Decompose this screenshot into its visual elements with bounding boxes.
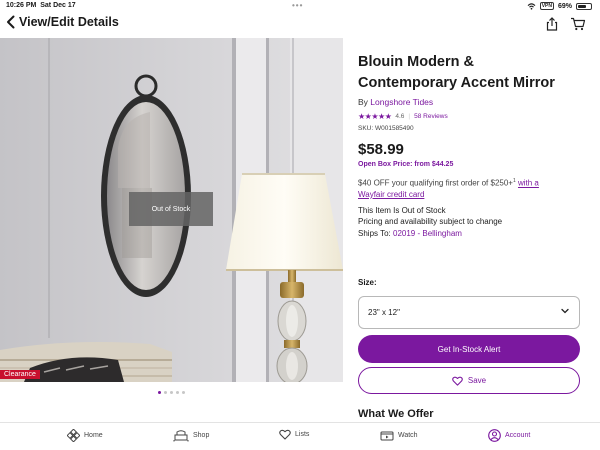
- tab-account-label: Account: [505, 432, 531, 439]
- carousel-dots[interactable]: [158, 391, 185, 394]
- back-chevron-icon: [7, 15, 15, 29]
- cart-icon[interactable]: [570, 17, 586, 31]
- status-time-text: 10:26 PM: [6, 2, 37, 9]
- vpn-badge: VPN: [539, 2, 554, 10]
- carousel-dot[interactable]: [164, 391, 167, 394]
- carousel-dot[interactable]: [170, 391, 173, 394]
- status-time: 10:26 PM Sat Dec 17: [6, 2, 76, 9]
- carousel-dot[interactable]: [182, 391, 185, 394]
- status-bar: 10:26 PM Sat Dec 17 ••• VPN 69%: [0, 0, 600, 12]
- tab-home[interactable]: Home: [67, 429, 103, 442]
- save-label: Save: [467, 376, 487, 385]
- product-details: Blouin Modern & Contemporary Accent Mirr…: [358, 52, 590, 239]
- open-box-label: Open Box Price: from: [358, 161, 430, 168]
- watch-icon: [380, 431, 394, 441]
- tab-shop-label: Shop: [193, 432, 210, 439]
- account-icon: [488, 429, 501, 442]
- rating-value: 4.6: [395, 113, 405, 120]
- top-nav: View/Edit Details: [0, 12, 600, 38]
- carousel-dot[interactable]: [176, 391, 179, 394]
- ships-to-link[interactable]: 02019 - Bellingham: [393, 229, 462, 238]
- battery-icon: [576, 2, 592, 10]
- multitask-dots[interactable]: •••: [292, 1, 303, 10]
- in-stock-alert-button[interactable]: Get In-Stock Alert: [358, 335, 580, 363]
- shop-icon: [173, 430, 189, 442]
- star-rating-icon: ★★★★★: [358, 112, 392, 121]
- carousel-dot[interactable]: [158, 391, 161, 394]
- page-title: View/Edit Details: [19, 15, 119, 29]
- reviews-link[interactable]: 58 Reviews: [414, 113, 448, 120]
- brand-byline: By Longshore Tides: [358, 97, 590, 107]
- wifi-icon: [527, 2, 536, 10]
- chevron-down-icon: [561, 308, 569, 314]
- battery-percent: 69%: [557, 2, 572, 10]
- credit-card-promo: $40 OFF your qualifying first order of $…: [358, 176, 590, 200]
- home-icon: [67, 429, 80, 442]
- bottom-tab-bar: Home Shop Lists Watch Account: [0, 422, 600, 450]
- save-button[interactable]: Save: [358, 367, 580, 394]
- tab-shop[interactable]: Shop: [173, 429, 209, 442]
- brand-link[interactable]: Longshore Tides: [370, 97, 433, 107]
- tab-account[interactable]: Account: [488, 429, 530, 442]
- promo-link-line2[interactable]: Wayfair credit card: [358, 190, 424, 199]
- tab-home-label: Home: [84, 432, 103, 439]
- promo-link-line1[interactable]: with a: [518, 179, 539, 188]
- price: $58.99: [358, 141, 404, 158]
- product-image[interactable]: Out of Stock Clearance: [0, 38, 343, 382]
- out-of-stock-overlay: Out of Stock: [129, 192, 213, 226]
- size-selected-value: 23" x 12": [368, 308, 400, 317]
- size-label: Size:: [358, 278, 377, 287]
- size-dropdown[interactable]: 23" x 12": [358, 296, 580, 329]
- tab-lists[interactable]: Lists: [279, 429, 309, 440]
- ships-to-label: Ships To:: [358, 228, 391, 238]
- promo-footnote: 1: [512, 178, 516, 184]
- tab-lists-label: Lists: [295, 431, 310, 438]
- tab-watch[interactable]: Watch: [380, 429, 418, 441]
- rating-separator: |: [408, 113, 411, 120]
- back-button[interactable]: View/Edit Details: [6, 15, 119, 29]
- section-heading: What We Offer: [358, 408, 434, 420]
- tab-watch-label: Watch: [398, 431, 418, 439]
- rating-row[interactable]: ★★★★★ 4.6 | 58 Reviews: [358, 112, 590, 121]
- stock-status: This Item Is Out of Stock: [358, 205, 446, 215]
- ships-to: Ships To: 02019 - Bellingham: [358, 228, 590, 240]
- product-title-line2: Contemporary Accent Mirror: [358, 75, 555, 91]
- by-prefix: By: [358, 97, 368, 107]
- status-date-text: Sat Dec 17: [40, 2, 76, 9]
- product-title: Blouin Modern & Contemporary Accent Mirr…: [358, 52, 590, 94]
- open-box-value: $44.25: [431, 161, 454, 168]
- product-title-line1: Blouin Modern &: [358, 54, 474, 70]
- battery-fill: [578, 4, 586, 8]
- promo-text: $40 OFF your qualifying first order of $…: [358, 178, 513, 188]
- status-indicators: VPN 69%: [527, 2, 592, 10]
- stock-note: Pricing and availability subject to chan…: [358, 217, 503, 227]
- sku-text: SKU: W001585490: [358, 125, 414, 132]
- heart-icon: [452, 376, 463, 386]
- share-icon[interactable]: [545, 17, 559, 31]
- clearance-badge: Clearance: [0, 370, 40, 379]
- heart-icon: [279, 429, 291, 440]
- open-box-price[interactable]: Open Box Price: from $44.25: [358, 161, 590, 168]
- stock-info: This Item Is Out of Stock Pricing and av…: [358, 205, 590, 240]
